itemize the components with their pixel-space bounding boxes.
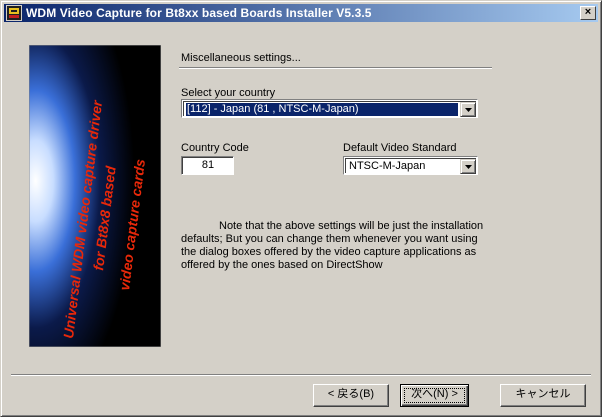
installation-note-text: Note that the above settings will be jus…	[181, 220, 484, 271]
chevron-down-icon	[465, 165, 472, 169]
country-dropdown-button[interactable]	[460, 102, 476, 117]
video-standard-value: NTSC-M-Japan	[349, 160, 426, 172]
back-button-label: < 戻る(B)	[327, 388, 375, 400]
next-button-label: 次へ(N) >	[411, 388, 458, 400]
country-select-value: [112] - Japan (81 , NTSC-M-Japan)	[185, 102, 459, 117]
chevron-down-icon	[465, 108, 472, 112]
video-standard-label: Default Video Standard	[343, 142, 457, 154]
video-standard-dropdown-button[interactable]	[460, 159, 476, 174]
video-standard-select[interactable]: NTSC-M-Japan	[343, 156, 478, 175]
close-button[interactable]: ×	[580, 6, 596, 20]
country-code-value: 81	[182, 157, 233, 174]
cancel-button-label: キャンセル	[515, 388, 571, 400]
country-code-label: Country Code	[181, 142, 249, 154]
installation-note: Note that the above settings will be jus…	[181, 220, 487, 272]
country-label: Select your country	[181, 87, 276, 99]
bottom-divider	[11, 374, 591, 376]
installer-window: WDM Video Capture for Bt8xx based Boards…	[0, 0, 602, 417]
next-button[interactable]: 次へ(N) >	[400, 384, 469, 407]
cancel-button[interactable]: キャンセル	[500, 384, 586, 407]
country-code-field[interactable]: 81	[181, 156, 234, 175]
close-icon: ×	[584, 6, 592, 18]
section-title: Miscellaneous settings...	[181, 52, 301, 64]
installer-app-icon	[6, 5, 22, 21]
country-select[interactable]: [112] - Japan (81 , NTSC-M-Japan)	[181, 99, 478, 118]
banner-image: Universal WDM video capture driver for B…	[29, 45, 161, 347]
title-bar[interactable]: WDM Video Capture for Bt8xx based Boards…	[4, 4, 598, 22]
window-title: WDM Video Capture for Bt8xx based Boards…	[26, 6, 372, 20]
back-button[interactable]: < 戻る(B)	[313, 384, 389, 407]
section-divider	[179, 67, 492, 69]
